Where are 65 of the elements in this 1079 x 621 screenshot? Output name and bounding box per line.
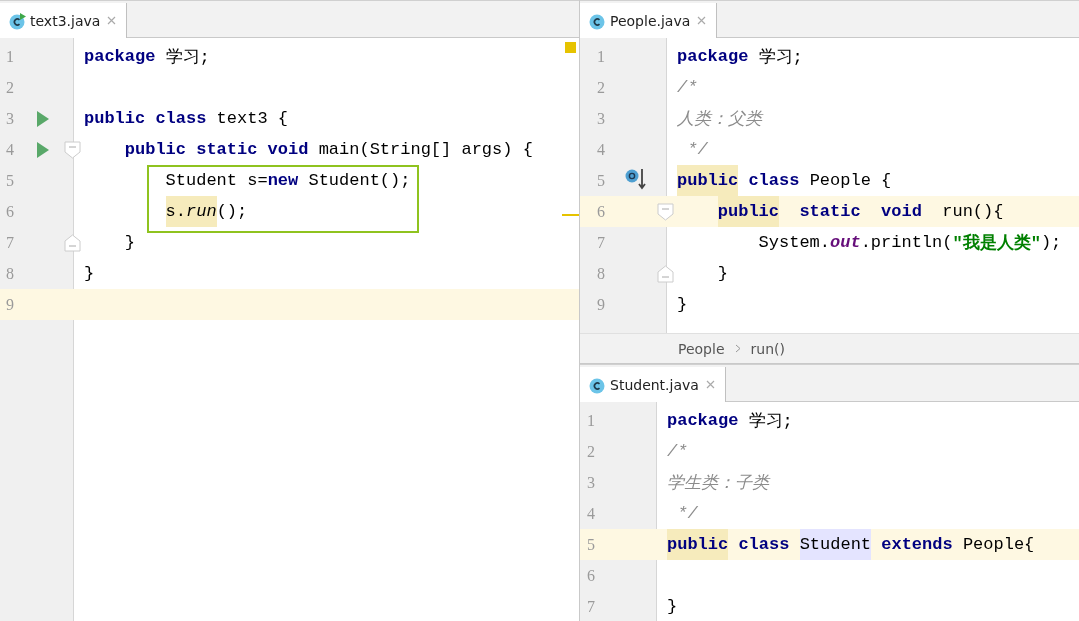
editor-tab[interactable]: text3.java <box>0 3 128 38</box>
code-line: System.out.println("我是人类"); <box>758 232 1062 255</box>
line-number: 5 <box>5 171 15 190</box>
code-line: */ <box>686 139 708 161</box>
run-icon[interactable] <box>36 140 50 159</box>
code-line: public class text3 { <box>84 108 289 130</box>
line-number: 2 <box>586 442 596 461</box>
code-line: } <box>84 263 95 285</box>
line-number: 1 <box>586 411 596 430</box>
line-number: 6 <box>596 202 606 221</box>
line-number: 2 <box>596 78 606 97</box>
fold-icon[interactable] <box>64 140 81 159</box>
line-number: 3 <box>5 109 15 128</box>
chevron-icon <box>734 344 741 353</box>
usage-marker[interactable] <box>562 214 579 216</box>
line-number: 7 <box>5 233 15 252</box>
code-line: public class Student extends People{ <box>667 529 1035 560</box>
close-icon[interactable] <box>697 16 707 25</box>
code-line: s.run(); <box>165 196 248 227</box>
line-number: 5 <box>596 171 606 190</box>
line-number: 3 <box>596 109 606 128</box>
code-line: } <box>667 596 678 618</box>
line-number: 3 <box>586 473 596 492</box>
editor-tab[interactable]: Student.java <box>580 367 726 402</box>
warning-marker[interactable] <box>565 42 576 53</box>
code-line: public static void run(){ <box>717 196 1004 227</box>
line-number: 6 <box>586 566 596 585</box>
line-number: 2 <box>5 78 15 97</box>
line-number: 1 <box>5 47 15 66</box>
code-line: package 学习; <box>667 410 793 433</box>
close-icon[interactable] <box>705 380 715 389</box>
line-number: 4 <box>596 140 606 159</box>
line-number: 5 <box>586 535 596 554</box>
code-line: package 学习; <box>677 46 803 69</box>
code-line: public static void main(String[] args) { <box>124 139 533 161</box>
code-line: public class People { <box>677 165 892 196</box>
editor-tab[interactable]: People.java <box>580 3 718 38</box>
code-line: Student s=new Student(); <box>165 170 411 192</box>
breadcrumb-item[interactable]: People <box>678 340 725 357</box>
code-line: /* <box>677 77 698 99</box>
code-line: /* <box>667 441 688 463</box>
breadcrumb-item[interactable]: run() <box>750 340 785 357</box>
run-icon[interactable] <box>36 109 50 128</box>
code-line: */ <box>676 503 698 525</box>
line-number: 7 <box>586 597 596 616</box>
code-line: 人类：父类 <box>677 109 762 131</box>
line-number: 9 <box>596 295 606 314</box>
fold-icon[interactable] <box>657 264 674 283</box>
line-number: 4 <box>5 140 15 159</box>
line-number: 9 <box>5 295 15 314</box>
code-line: } <box>124 232 135 254</box>
line-number: 7 <box>596 233 606 252</box>
line-number: 4 <box>586 504 596 523</box>
code-line: package 学习; <box>84 46 210 69</box>
close-icon[interactable] <box>107 16 117 25</box>
line-number: 6 <box>5 202 15 221</box>
line-number: 8 <box>596 264 606 283</box>
code-line: 学生类：子类 <box>667 473 769 495</box>
line-number: 8 <box>5 264 15 283</box>
code-line: } <box>677 294 688 316</box>
fold-icon[interactable] <box>657 202 674 221</box>
overridden-method-icon[interactable] <box>625 167 647 190</box>
line-number: 1 <box>596 47 606 66</box>
code-line: } <box>717 263 728 285</box>
fold-icon[interactable] <box>64 233 81 252</box>
